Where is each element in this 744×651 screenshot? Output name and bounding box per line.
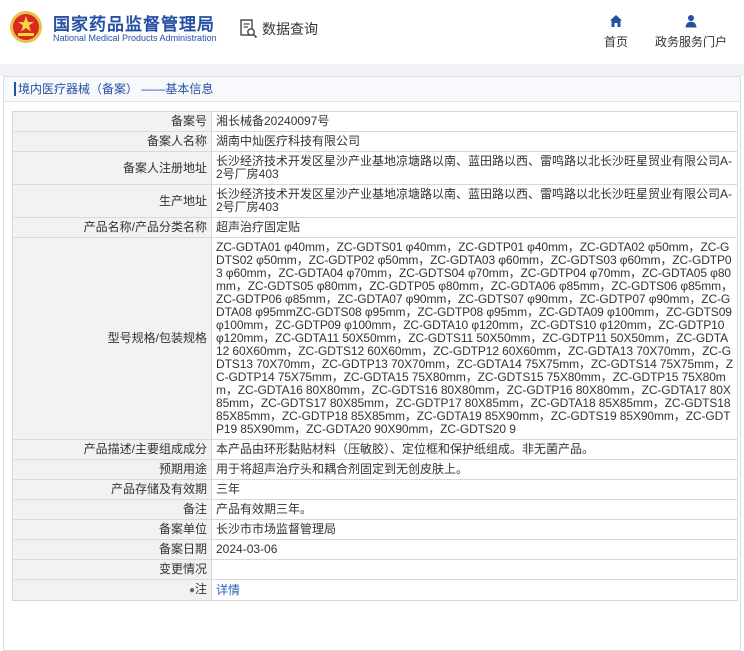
field-value: 产品有效期三年。 — [211, 499, 738, 520]
site-name-english: National Medical Products Administration — [53, 33, 217, 43]
field-label: 产品描述/主要组成成分 — [12, 439, 212, 460]
table-row: 备案号 湘长械备20240097号 — [12, 111, 738, 132]
field-value: 长沙经济技术开发区星沙产业基地凉塘路以南、蓝田路以西、雷鸣路以北长沙旺星贸业有限… — [211, 151, 738, 185]
table-row: 备案人名称 湖南中灿医疗科技有限公司 — [12, 131, 738, 152]
nav-service-portal[interactable]: 政务服务门户 — [650, 14, 732, 50]
table-row: 产品名称/产品分类名称 超声治疗固定贴 — [12, 217, 738, 238]
field-label: 备案日期 — [12, 539, 212, 560]
home-icon — [610, 15, 622, 27]
field-value: 用于将超声治疗头和耦合剂固定到无创皮肤上。 — [211, 459, 738, 480]
person-icon — [685, 15, 697, 28]
table-row: 备案单位 长沙市市场监督管理局 — [12, 519, 738, 540]
table-row: 预期用途 用于将超声治疗头和耦合剂固定到无创皮肤上。 — [12, 459, 738, 480]
field-value: 超声治疗固定贴 — [211, 217, 738, 238]
panel-title: 境内医疗器械（备案） ——基本信息 — [4, 77, 740, 102]
field-value: 长沙市市场监督管理局 — [211, 519, 738, 540]
field-label: 产品存储及有效期 — [12, 479, 212, 500]
panel-title-text: 境内医疗器械（备案） ——基本信息 — [14, 82, 214, 96]
field-label: 产品名称/产品分类名称 — [12, 217, 212, 238]
nav-home[interactable]: 首页 — [598, 14, 634, 50]
data-query-label: 数据查询 — [262, 21, 318, 37]
note-label: ●注 — [12, 579, 212, 601]
nav-home-label: 首页 — [603, 35, 628, 49]
field-value: 三年 — [211, 479, 738, 500]
field-label: 备案号 — [12, 111, 212, 132]
table-row: 产品描述/主要组成成分 本产品由环形黏贴材料（压敏胶）、定位框和保护纸组成。非无… — [12, 439, 738, 460]
field-label: 型号规格/包装规格 — [12, 237, 212, 440]
table-row: 备案日期 2024-03-06 — [12, 539, 738, 560]
field-label: 变更情况 — [12, 559, 212, 580]
field-label: 备案人注册地址 — [12, 151, 212, 185]
table-row: 型号规格/包装规格 ZC-GDTA01 φ40mm，ZC-GDTS01 φ40m… — [12, 237, 738, 440]
field-label: 备案单位 — [12, 519, 212, 540]
field-value: 长沙经济技术开发区星沙产业基地凉塘路以南、蓝田路以西、雷鸣路以北长沙旺星贸业有限… — [211, 184, 738, 218]
model-spec-value: ZC-GDTA01 φ40mm，ZC-GDTS01 φ40mm，ZC-GDTP0… — [211, 237, 738, 440]
table-row: 备案人注册地址 长沙经济技术开发区星沙产业基地凉塘路以南、蓝田路以西、雷鸣路以北… — [12, 151, 738, 185]
detail-cell: 详情 — [211, 579, 738, 601]
national-emblem-icon — [10, 11, 42, 43]
field-label: 备注 — [12, 499, 212, 520]
field-value: 湘长械备20240097号 — [211, 111, 738, 132]
data-query-icon — [240, 19, 258, 39]
field-value — [211, 559, 738, 580]
site-name[interactable]: 国家药品监督管理局 — [53, 10, 215, 35]
nav-service-label: 政务服务门户 — [654, 35, 727, 49]
field-value: 湖南中灿医疗科技有限公司 — [211, 131, 738, 152]
site-header: 国家药品监督管理局 National Medical Products Admi… — [0, 0, 744, 64]
table-row: 变更情况 — [12, 559, 738, 580]
table-row: 产品存储及有效期 三年 — [12, 479, 738, 500]
field-label: 备案人名称 — [12, 131, 212, 152]
note-label-text: 注 — [194, 582, 207, 596]
table-row: 备注 产品有效期三年。 — [12, 499, 738, 520]
header-divider — [0, 64, 744, 76]
field-label: 预期用途 — [12, 459, 212, 480]
field-value: 2024-03-06 — [211, 539, 738, 560]
field-value: 本产品由环形黏贴材料（压敏胶）、定位框和保护纸组成。非无菌产品。 — [211, 439, 738, 460]
table-row: 生产地址 长沙经济技术开发区星沙产业基地凉塘路以南、蓝田路以西、雷鸣路以北长沙旺… — [12, 184, 738, 218]
info-panel: 境内医疗器械（备案） ——基本信息 备案号 湘长械备20240097号 备案人名… — [3, 76, 741, 651]
table-row: ●注 详情 — [12, 579, 738, 601]
field-label: 生产地址 — [12, 184, 212, 218]
info-table: 备案号 湘长械备20240097号 备案人名称 湖南中灿医疗科技有限公司 备案人… — [12, 111, 738, 601]
detail-link[interactable]: 详情 — [216, 583, 240, 597]
data-query-link[interactable]: 数据查询 — [240, 18, 318, 40]
